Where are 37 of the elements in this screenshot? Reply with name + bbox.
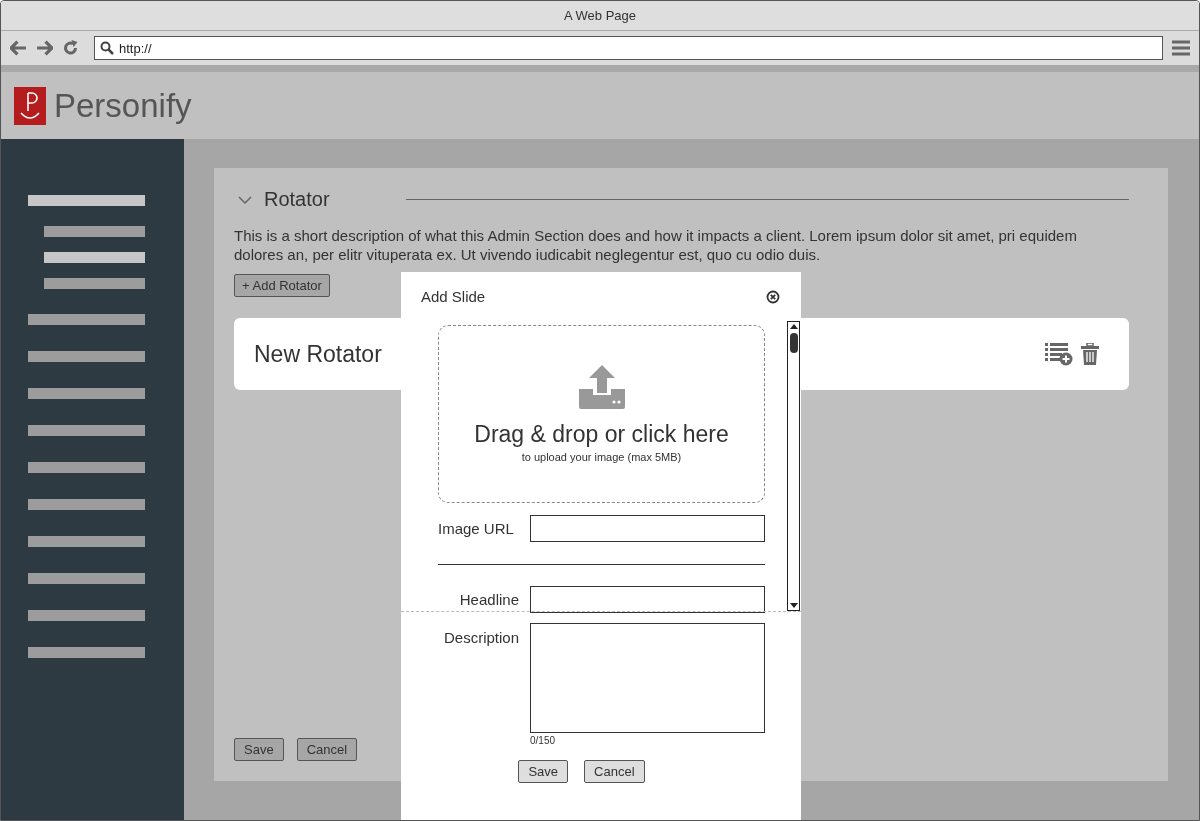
upload-dropzone[interactable]: Drag & drop or click here to upload your image (max 5MB)	[438, 325, 765, 503]
scrollbar[interactable]	[787, 321, 800, 611]
window-title: A Web Page	[563, 8, 636, 23]
chevron-icon[interactable]	[238, 195, 252, 204]
dialog-button[interactable]: Save	[518, 760, 569, 783]
scrollbar-thumb[interactable]	[789, 333, 798, 353]
trash-icon[interactable]	[1081, 343, 1099, 365]
search-icon	[100, 41, 114, 55]
forward-icon[interactable]	[36, 40, 53, 56]
section-title: Rotator	[264, 188, 330, 211]
rotator-title: New Rotator	[254, 340, 382, 368]
dialog-title: Add Slide	[421, 288, 486, 305]
dialog-button[interactable]: Cancel	[584, 760, 645, 783]
list-add-icon[interactable]	[1045, 342, 1073, 366]
back-icon[interactable]	[10, 40, 27, 56]
logo-text: Personify	[54, 86, 192, 125]
field-label: Image URL	[438, 520, 514, 537]
add-rotator-button[interactable]: + Add Rotator	[234, 274, 330, 297]
dropzone-title: Drag & drop or click here	[474, 421, 729, 448]
text-field[interactable]	[530, 515, 765, 542]
menu-icon[interactable]	[1172, 40, 1190, 56]
description-field[interactable]	[530, 623, 765, 733]
scroll-down-icon[interactable]	[789, 603, 798, 608]
scroll-up-icon[interactable]	[789, 324, 798, 329]
field-label: Headline	[458, 591, 519, 608]
character-counter: 0/150	[530, 735, 557, 746]
dropzone-hint: to upload your image (max 5MB)	[521, 451, 682, 463]
close-icon[interactable]	[766, 289, 780, 304]
address-field[interactable]: http://	[94, 36, 1163, 60]
upload-icon	[578, 365, 625, 409]
form-button[interactable]: Cancel	[296, 738, 358, 761]
field-label: Description	[442, 629, 519, 646]
section-description: This is a short description of what this Admin Section does and how it impacts a client. Lorem ipsum dolor sit amet, pri equidem dolores an, per elitr vituperata ex. Ut vivendo iudicabit neglegentur est, quo cu odio duis.	[234, 226, 1078, 264]
form-button[interactable]: Save	[234, 738, 284, 761]
text-field[interactable]	[530, 586, 765, 613]
logo-mark-icon	[14, 86, 46, 125]
reload-icon[interactable]	[62, 40, 79, 56]
